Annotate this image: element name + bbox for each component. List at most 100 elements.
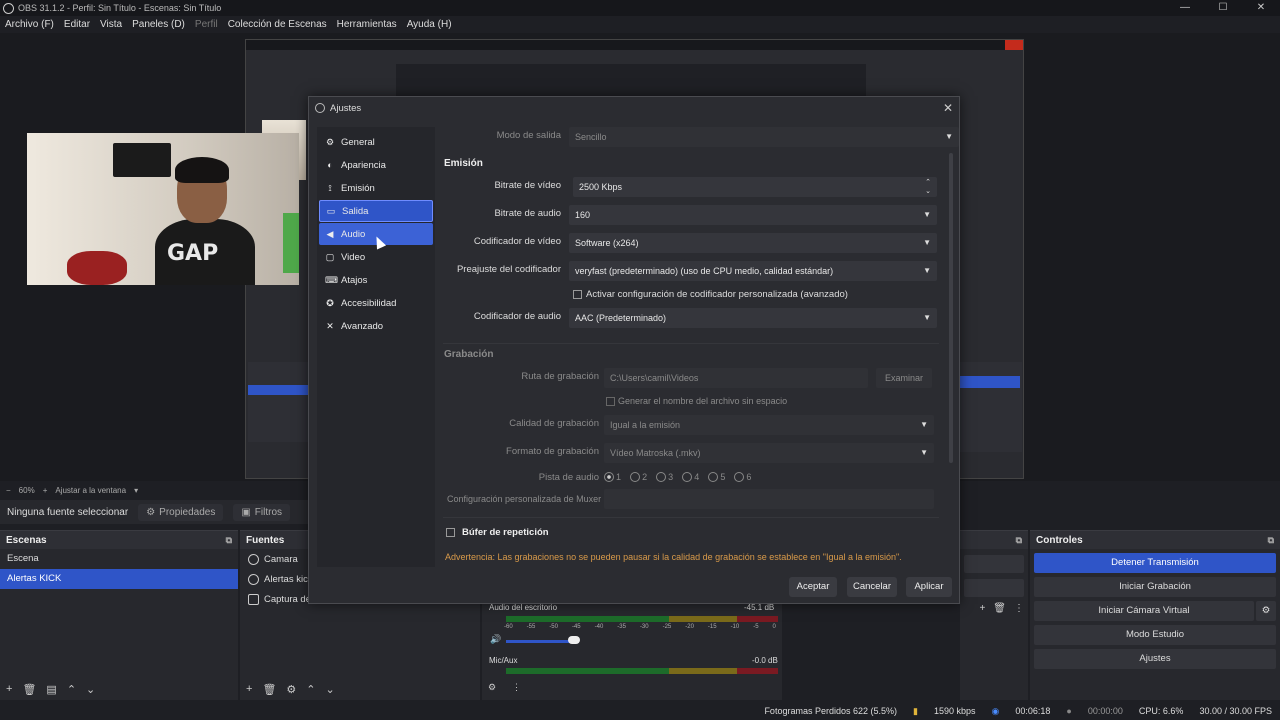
filters-button[interactable]: ▣ Filtros (233, 503, 291, 521)
spinner-arrows-icon[interactable]: ⌃ ⌄ (925, 178, 931, 196)
filter-icon[interactable]: ▤ (46, 683, 56, 696)
volume-slider-handle[interactable] (568, 636, 580, 644)
nav-general[interactable]: ⚙ General (319, 131, 433, 153)
track-radio[interactable]: 5 (708, 472, 725, 482)
video-bitrate-label: Bitrate de vídeo (494, 180, 561, 191)
menu-docks[interactable]: Paneles (D) (132, 19, 185, 30)
warning-text: Advertencia: Las grabaciones no se puede… (445, 552, 902, 562)
replay-buffer-checkbox[interactable] (446, 528, 455, 537)
scrollbar[interactable] (949, 153, 953, 463)
settings-button[interactable]: Ajustes (1034, 649, 1276, 669)
nav-hotkeys[interactable]: ⌨ Atajos (319, 269, 433, 291)
video-encoder-row: Codificador de vídeo Software (x264) ▼ (443, 233, 943, 253)
stop-streaming-button[interactable]: Detener Transmisión (1034, 553, 1276, 573)
add-icon[interactable]: + (246, 683, 252, 696)
menu-tools[interactable]: Herramientas (337, 19, 397, 30)
monitor-icon: ▢ (325, 252, 335, 262)
transition-select[interactable] (964, 555, 1024, 573)
gear-icon[interactable]: ⚙ (286, 683, 296, 696)
gear-icon[interactable]: ⚙ (1256, 601, 1276, 621)
add-icon[interactable]: + (6, 683, 12, 696)
recording-quality-select[interactable]: Igual a la emisión ▼ (604, 415, 934, 435)
track-radio[interactable]: 4 (682, 472, 699, 482)
audio-bitrate-select[interactable]: 160 ▼ (569, 205, 937, 225)
start-recording-button[interactable]: Iniciar Grabación (1034, 577, 1276, 597)
menu-help[interactable]: Ayuda (H) (407, 19, 452, 30)
speaker-icon[interactable]: 🔊 (490, 634, 501, 645)
popout-icon[interactable]: ⧉ (226, 535, 232, 546)
zoom-mode-select[interactable]: Ajustar a la ventana (55, 486, 126, 495)
start-virtual-camera-button[interactable]: Iniciar Cámara Virtual (1034, 601, 1254, 621)
trash-icon[interactable]: 🗑 (262, 683, 276, 696)
move-up-icon[interactable]: ⌃ (67, 683, 76, 696)
audio-encoder-label: Codificador de audio (473, 311, 561, 322)
popout-icon[interactable]: ⧉ (1016, 535, 1022, 546)
track-radio[interactable]: 6 (734, 472, 751, 482)
apply-button[interactable]: Aplicar (906, 577, 952, 597)
output-mode-select[interactable]: Sencillo ▼ (569, 127, 959, 147)
encoder-preset-label: Preajuste del codificador (456, 264, 561, 275)
output-icon: ▭ (326, 206, 336, 216)
popout-icon[interactable]: ⧉ (1268, 535, 1274, 546)
studio-mode-button[interactable]: Modo Estudio (1034, 625, 1276, 645)
muxer-input[interactable] (604, 489, 934, 509)
scene-item-selected[interactable]: Alertas KICK (0, 569, 238, 589)
cancel-button[interactable]: Cancelar (847, 577, 897, 597)
close-button[interactable]: ✕ (1242, 0, 1280, 16)
move-up-icon[interactable]: ⌃ (306, 683, 315, 696)
zoom-out-icon[interactable]: − (6, 486, 11, 495)
minimize-button[interactable]: — (1166, 0, 1204, 16)
maximize-button[interactable]: ☐ (1204, 0, 1242, 16)
track-radio[interactable]: 3 (656, 472, 673, 482)
add-icon[interactable]: + (979, 603, 985, 614)
audio-encoder-select[interactable]: AAC (Predeterminado) ▼ (569, 308, 937, 328)
menu-file[interactable]: Archivo (F) (5, 19, 54, 30)
nav-advanced[interactable]: ✕ Avanzado (319, 315, 433, 337)
track-radio[interactable]: 1 (604, 472, 621, 482)
move-down-icon[interactable]: ⌄ (326, 683, 335, 696)
close-icon[interactable]: ✕ (943, 101, 953, 115)
volume-slider[interactable] (506, 640, 576, 643)
chevron-down-icon[interactable]: ▾ (134, 486, 138, 495)
duration-spinner[interactable] (964, 579, 1024, 597)
move-down-icon[interactable]: ⌄ (86, 683, 95, 696)
menu-scene-collection[interactable]: Colección de Escenas (228, 19, 327, 30)
audio-bitrate-row: Bitrate de audio 160 ▼ (443, 205, 943, 225)
browser-icon (248, 573, 259, 585)
menu-view[interactable]: Vista (100, 19, 122, 30)
accept-button[interactable]: Aceptar (789, 577, 837, 597)
bitrate: 1590 kbps (933, 706, 976, 716)
output-mode-row: Modo de salida Sencillo ▼ (443, 127, 959, 147)
video-bitrate-spinner[interactable]: 2500 Kbps ⌃ ⌄ (573, 177, 937, 197)
browse-button[interactable]: Examinar (876, 368, 932, 388)
palette-icon: ◐ (327, 160, 333, 170)
nav-appearance[interactable]: ◐ Apariencia (319, 154, 433, 176)
recording-path-input[interactable]: C:\Users\camil\Videos (604, 368, 868, 388)
gear-icon[interactable]: ⚙ (488, 682, 496, 693)
no-source-label: Ninguna fuente seleccionar (7, 506, 129, 518)
menu-edit[interactable]: Editar (64, 19, 90, 30)
zoom-in-icon[interactable]: + (43, 486, 48, 495)
nav-output[interactable]: ▭ Salida (319, 200, 433, 222)
more-options-icon[interactable]: ⋮ (512, 682, 521, 693)
more-options-icon[interactable]: ⋮ (1014, 603, 1024, 614)
track-radio[interactable]: 2 (630, 472, 647, 482)
nav-stream[interactable]: ⟟ Emisión (319, 177, 433, 199)
menu-profile[interactable]: Perfil (195, 19, 218, 30)
nav-accessibility[interactable]: ✪ Accesibilidad (319, 292, 433, 314)
no-space-label: Generar el nombre del archivo sin espaci… (618, 396, 788, 406)
status-bar: Fotogramas Perdidos 622 (5.5%) ▮ 1590 kb… (0, 702, 1280, 720)
recording-format-select[interactable]: Vídeo Matroska (.mkv) ▼ (604, 443, 934, 463)
settings-dialog: Ajustes ✕ ⚙ General ◐ Apariencia ⟟ Emisión … (308, 96, 960, 604)
trash-icon[interactable]: 🗑 (22, 683, 36, 696)
recording-path-row: Ruta de grabación C:\Users\camil\Videos … (443, 368, 943, 388)
scene-item[interactable]: Escena (0, 549, 238, 569)
custom-encoder-checkbox[interactable] (573, 290, 582, 299)
keyboard-icon: ⌨ (325, 275, 338, 285)
properties-button[interactable]: ⚙ Propiedades (138, 503, 224, 521)
video-encoder-select[interactable]: Software (x264) ▼ (569, 233, 937, 253)
no-space-checkbox[interactable] (606, 397, 615, 406)
encoder-preset-select[interactable]: veryfast (predeterminado) (uso de CPU me… (569, 261, 937, 281)
output-mode-label: Modo de salida (496, 130, 561, 141)
trash-icon[interactable]: 🗑 (993, 603, 1006, 614)
